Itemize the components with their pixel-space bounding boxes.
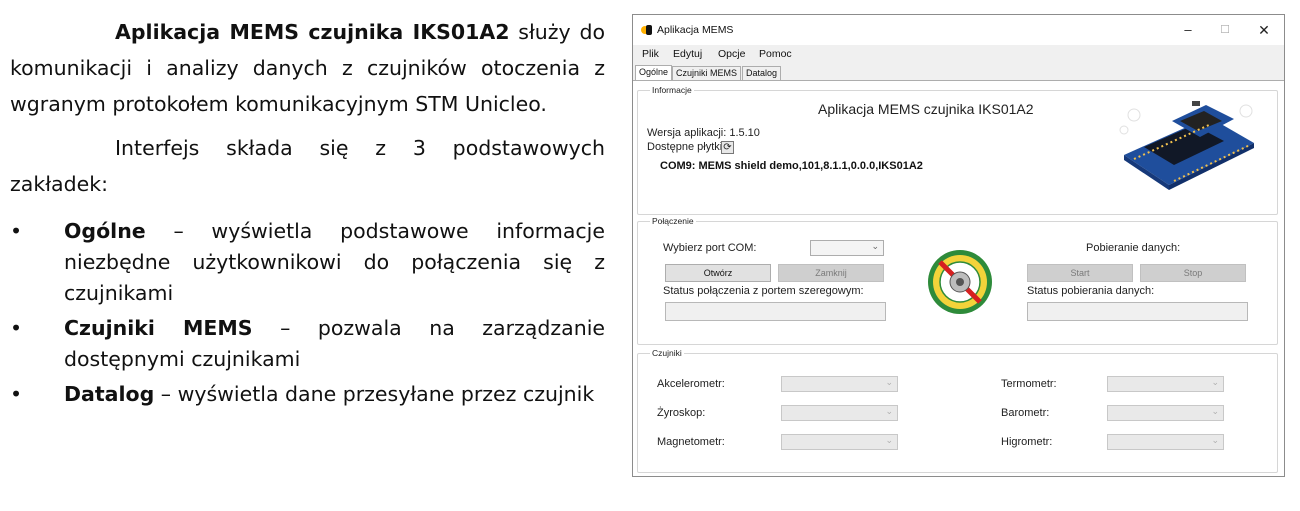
menu-opcje[interactable]: Opcje bbox=[718, 48, 745, 60]
refresh-icon[interactable]: ⟳ bbox=[721, 141, 734, 154]
chevron-down-icon: ⌄ bbox=[885, 406, 893, 416]
port-select[interactable]: ⌄ bbox=[810, 240, 884, 256]
list-item-desc: – wyświetla podstawowe informacje niezbę… bbox=[64, 219, 605, 305]
hygrometer-label: Higrometr: bbox=[1001, 436, 1053, 448]
list-item-term: Ogólne bbox=[64, 219, 146, 243]
boards-label: Dostępne płytki: bbox=[647, 141, 726, 153]
tabs-paragraph-text: Interfejs składa się z 3 podstawowych za… bbox=[10, 136, 605, 196]
close-port-button[interactable]: Zamknij bbox=[778, 264, 884, 282]
thermometer-label: Termometr: bbox=[1001, 378, 1057, 390]
info-group-label: Informacje bbox=[650, 85, 694, 95]
connection-status-field bbox=[665, 302, 886, 321]
list-item-term: Datalog bbox=[64, 382, 155, 406]
menu-bar: Plik Edytuj Opcje Pomoc bbox=[633, 45, 1284, 64]
connection-group-label: Połączenie bbox=[650, 216, 696, 226]
menu-plik[interactable]: Plik bbox=[642, 48, 659, 60]
open-port-button[interactable]: Otwórz bbox=[665, 264, 771, 282]
barometer-label: Barometr: bbox=[1001, 407, 1050, 419]
hygrometer-select[interactable]: ⌄ bbox=[1107, 434, 1224, 450]
info-heading: Aplikacja MEMS czujnika IKS01A2 bbox=[818, 101, 1034, 117]
list-item: • Czujniki MEMS – pozwala na zarządzanie … bbox=[10, 313, 605, 375]
tab-list: • Ogólne – wyświetla podstawowe informacj… bbox=[10, 216, 605, 410]
list-item: • Datalog – wyświetla dane przesyłane prz… bbox=[10, 379, 605, 410]
intro-paragraph: Aplikacja MEMS czujnika IKS01A2 służy do… bbox=[10, 14, 605, 122]
magnetometer-label: Magnetometr: bbox=[657, 436, 725, 448]
title-bar[interactable]: Aplikacja MEMS – ☐ ✕ bbox=[633, 15, 1284, 45]
stop-button[interactable]: Stop bbox=[1140, 264, 1246, 282]
tab-page-ogolne: Informacje Aplikacja MEMS czujnika IKS01… bbox=[633, 80, 1284, 476]
chevron-down-icon: ⌄ bbox=[885, 377, 893, 387]
connection-group: Połączenie Wybierz port COM: ⌄ Otwórz Za… bbox=[637, 216, 1278, 345]
bullet-icon: • bbox=[10, 382, 23, 406]
chevron-down-icon: ⌄ bbox=[871, 241, 879, 251]
chevron-down-icon: ⌄ bbox=[1211, 435, 1219, 445]
university-logo-icon bbox=[928, 250, 992, 314]
gyroscope-label: Żyroskop: bbox=[657, 407, 706, 419]
info-group: Informacje Aplikacja MEMS czujnika IKS01… bbox=[637, 85, 1278, 215]
datalog-status-label: Status pobierania danych: bbox=[1027, 285, 1155, 297]
intro-bold: Aplikacja MEMS czujnika IKS01A2 bbox=[115, 20, 510, 44]
tab-ogolne[interactable]: Ogólne bbox=[635, 65, 673, 81]
app-logo-icon bbox=[641, 25, 652, 35]
version-label: Wersja aplikacji: 1.5.10 bbox=[647, 127, 760, 139]
gyroscope-select[interactable]: ⌄ bbox=[781, 405, 898, 421]
chevron-down-icon: ⌄ bbox=[1211, 406, 1219, 416]
list-item-desc: – wyświetla dane przesyłane przez czujni… bbox=[154, 382, 595, 406]
tab-datalog[interactable]: Datalog bbox=[742, 66, 782, 80]
window-title: Aplikacja MEMS bbox=[657, 24, 734, 36]
barometer-select[interactable]: ⌄ bbox=[1107, 405, 1224, 421]
menu-edytuj[interactable]: Edytuj bbox=[673, 48, 702, 60]
sensors-group-label: Czujniki bbox=[650, 348, 684, 358]
port-label: Wybierz port COM: bbox=[663, 242, 757, 254]
tabs-paragraph: Interfejs składa się z 3 podstawowych za… bbox=[10, 130, 605, 202]
board-entry[interactable]: COM9: MEMS shield demo,101,8.1.1,0.0.0,I… bbox=[660, 160, 923, 172]
tab-czujniki-mems[interactable]: Czujniki MEMS bbox=[672, 66, 742, 80]
bullet-icon: • bbox=[10, 219, 23, 243]
datalog-label: Pobieranie danych: bbox=[1086, 242, 1181, 254]
connection-status-label: Status połączenia z portem szeregowym: bbox=[663, 285, 864, 297]
start-button[interactable]: Start bbox=[1027, 264, 1133, 282]
menu-pomoc[interactable]: Pomoc bbox=[759, 48, 792, 60]
thermometer-select[interactable]: ⌄ bbox=[1107, 376, 1224, 392]
accelerometer-label: Akcelerometr: bbox=[657, 378, 725, 390]
chevron-down-icon: ⌄ bbox=[885, 435, 893, 445]
minimize-button[interactable]: – bbox=[1173, 20, 1203, 40]
maximize-button[interactable]: ☐ bbox=[1210, 20, 1240, 40]
bullet-icon: • bbox=[10, 316, 23, 340]
app-window: Aplikacja MEMS – ☐ ✕ Plik Edytuj Opcje P… bbox=[632, 14, 1285, 477]
magnetometer-select[interactable]: ⌄ bbox=[781, 434, 898, 450]
list-item: • Ogólne – wyświetla podstawowe informacj… bbox=[10, 216, 605, 309]
chevron-down-icon: ⌄ bbox=[1211, 377, 1219, 387]
document-text: Aplikacja MEMS czujnika IKS01A2 służy do… bbox=[10, 14, 605, 414]
sensors-group: Czujniki Akcelerometr: ⌄ Żyroskop: ⌄ Mag… bbox=[637, 348, 1278, 473]
board-image bbox=[1119, 101, 1254, 190]
datalog-status-field bbox=[1027, 302, 1248, 321]
list-item-term: Czujniki MEMS bbox=[64, 316, 253, 340]
close-button[interactable]: ✕ bbox=[1249, 20, 1279, 40]
accelerometer-select[interactable]: ⌄ bbox=[781, 376, 898, 392]
